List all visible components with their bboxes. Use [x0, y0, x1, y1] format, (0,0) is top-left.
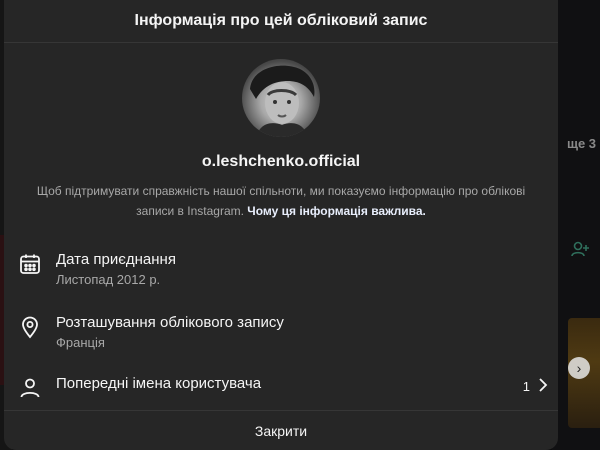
person-icon: [18, 376, 42, 400]
account-username: o.leshchenko.official: [201, 153, 361, 170]
calendar-icon: [18, 252, 42, 276]
why-important-link[interactable]: Чому ця інформація важлива.: [247, 204, 426, 218]
former-usernames-label: Попередні імена користувача: [56, 375, 262, 392]
chevron-right-icon: [538, 377, 548, 396]
carousel-next-icon: ›: [568, 357, 590, 379]
avatar: [242, 59, 320, 137]
dialog-header: Інформація про цей обліковий запис: [4, 0, 558, 43]
former-usernames-count: 1: [522, 379, 530, 394]
account-location-value: Франція: [56, 335, 105, 350]
close-button[interactable]: Закрити: [255, 423, 307, 439]
dialog-footer: Закрити: [4, 410, 558, 450]
dialog-title: Інформація про цей обліковий запис: [134, 12, 428, 29]
account-info-dialog: Інформація про цей обліковий запис o.les…: [4, 0, 558, 450]
location-pin-icon: [18, 315, 42, 339]
date-joined-label: Дата приєднання: [56, 251, 176, 268]
dialog-description: Щоб підтримувати справжність нашої спіль…: [31, 181, 531, 221]
date-joined-value: Листопад 2012 р.: [56, 272, 161, 287]
row-former-usernames[interactable]: Попередні імена користувача 1: [18, 374, 548, 400]
former-usernames-count-group: 1: [523, 377, 548, 396]
account-location-label: Розташування облікового запису: [56, 314, 284, 331]
background-more-label: ще 3: [567, 136, 597, 151]
row-account-location: Розташування облікового запису Франція: [18, 313, 548, 350]
avatar-container: [4, 59, 558, 137]
row-date-joined: Дата приєднання Листопад 2012 р.: [18, 250, 548, 287]
add-person-icon: [570, 240, 590, 258]
